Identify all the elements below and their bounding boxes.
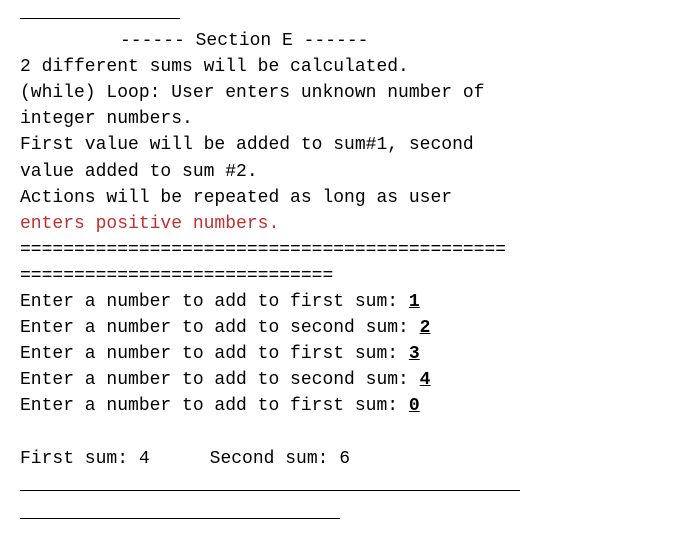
prompt-text: Enter a number to add to first sum: bbox=[20, 396, 409, 416]
prompt-text: Enter a number to add to second sum: bbox=[20, 318, 420, 338]
footer-row bbox=[20, 472, 680, 500]
user-input-value: 1 bbox=[409, 292, 420, 312]
separator-line: ========================================… bbox=[20, 237, 680, 263]
document-body: ------ Section E ------ 2 different sums… bbox=[0, 0, 700, 528]
text-line: 2 different sums will be calculated. bbox=[20, 54, 680, 80]
prompt-line: Enter a number to add to first sum: 1 bbox=[20, 289, 680, 315]
section-title: ------ Section E ------ bbox=[20, 28, 680, 54]
text-line-highlight: enters positive numbers. bbox=[20, 211, 680, 237]
user-input-value: 0 bbox=[409, 396, 420, 416]
empty-line bbox=[20, 420, 680, 446]
first-sum-value: 4 bbox=[139, 449, 150, 469]
footer-blank-line bbox=[20, 472, 520, 491]
second-sum-value: 6 bbox=[339, 449, 350, 469]
footer-row bbox=[20, 500, 680, 528]
prompt-line: Enter a number to add to second sum: 2 bbox=[20, 315, 680, 341]
user-input-value: 3 bbox=[409, 344, 420, 364]
separator-line: ============================= bbox=[20, 263, 680, 289]
prompt-line: Enter a number to add to second sum: 4 bbox=[20, 367, 680, 393]
header-row bbox=[20, 0, 680, 28]
text-line: First value will be added to sum#1, seco… bbox=[20, 132, 680, 158]
user-input-value: 2 bbox=[420, 318, 431, 338]
second-sum-label: Second sum: bbox=[210, 449, 340, 469]
prompt-text: Enter a number to add to second sum: bbox=[20, 370, 420, 390]
header-blank-line bbox=[20, 0, 180, 19]
text-line: (while) Loop: User enters unknown number… bbox=[20, 80, 680, 106]
prompt-line: Enter a number to add to first sum: 0 bbox=[20, 393, 680, 419]
text-line: value added to sum #2. bbox=[20, 159, 680, 185]
prompt-text: Enter a number to add to first sum: bbox=[20, 344, 409, 364]
text-line: Actions will be repeated as long as user bbox=[20, 185, 680, 211]
user-input-value: 4 bbox=[420, 370, 431, 390]
first-sum-label: First sum: bbox=[20, 449, 139, 469]
prompt-line: Enter a number to add to first sum: 3 bbox=[20, 341, 680, 367]
text-line: integer numbers. bbox=[20, 106, 680, 132]
prompt-text: Enter a number to add to first sum: bbox=[20, 292, 409, 312]
footer-blank-line bbox=[20, 500, 340, 519]
sum-result-row: First sum: 4 Second sum: 6 bbox=[20, 446, 680, 472]
